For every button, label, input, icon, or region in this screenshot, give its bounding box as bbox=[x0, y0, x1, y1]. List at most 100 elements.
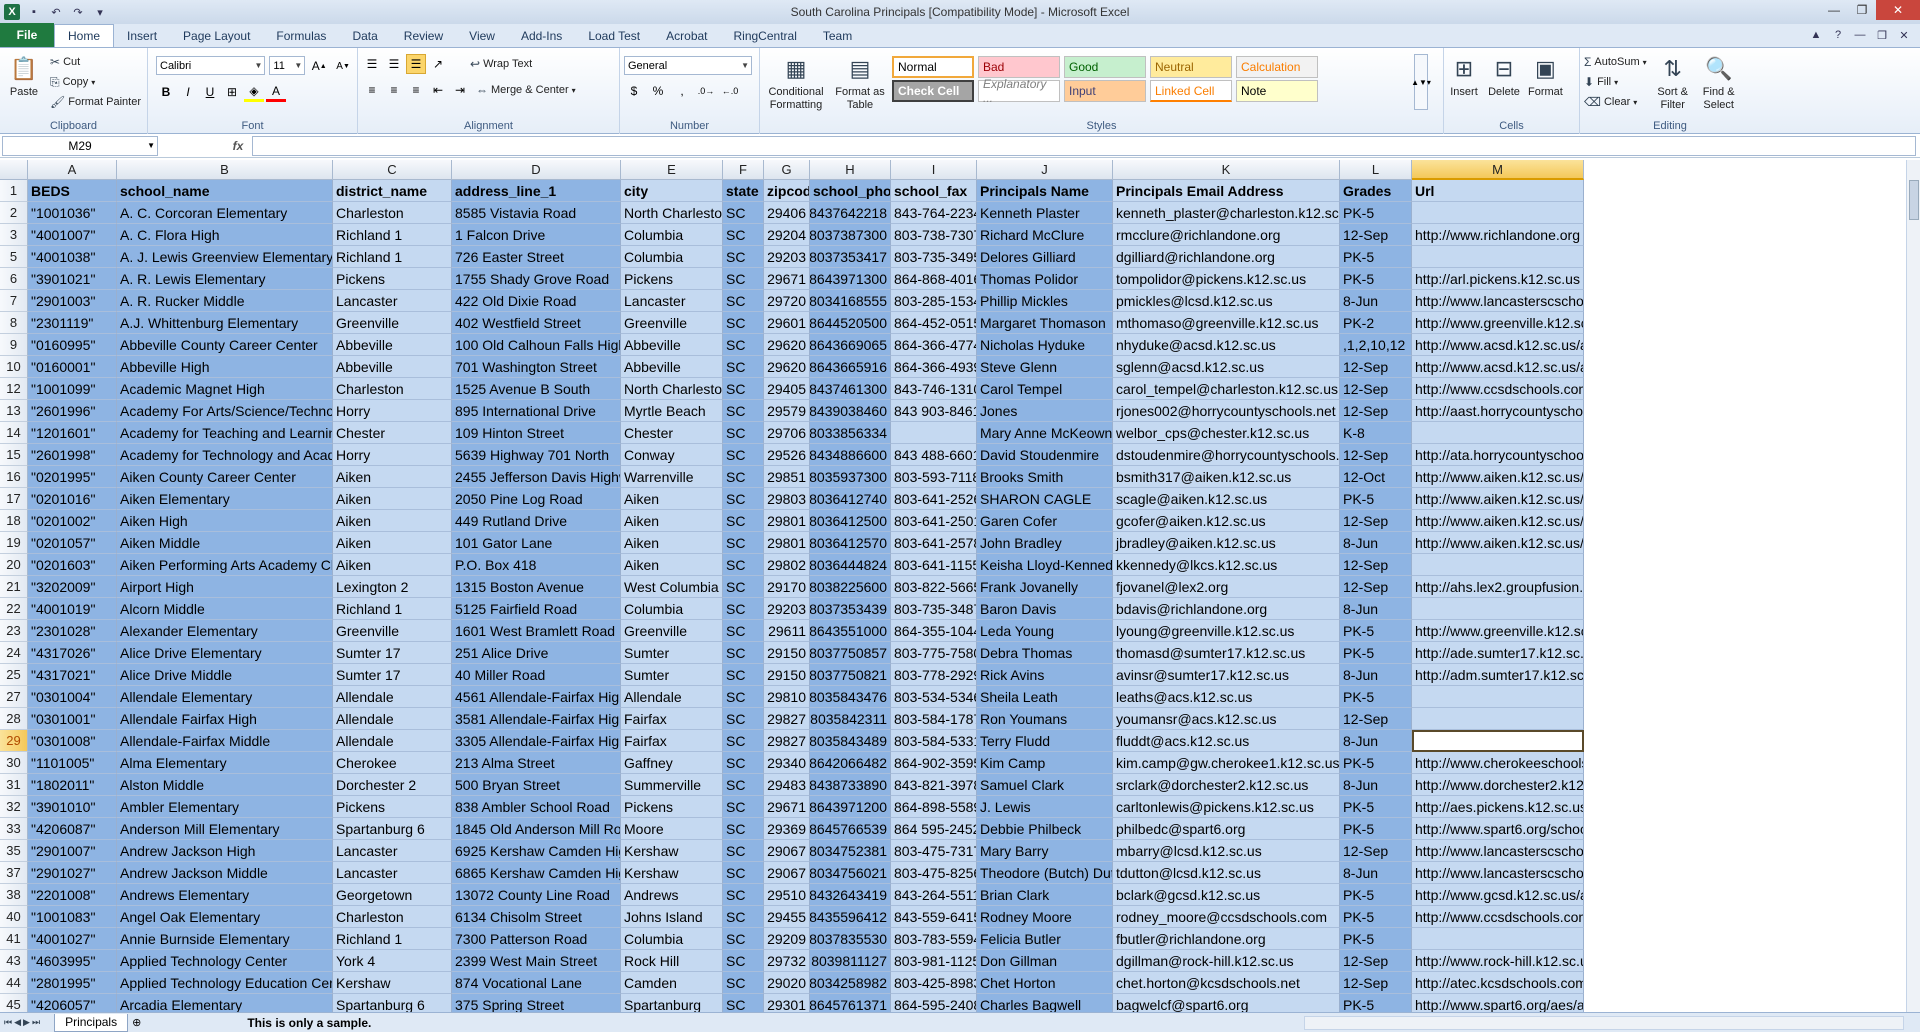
cell[interactable]: Theodore (Butch) Dutton bbox=[977, 862, 1113, 884]
cell[interactable]: Don Gillman bbox=[977, 950, 1113, 972]
column-title[interactable]: school_phone bbox=[810, 180, 891, 202]
cell[interactable]: Aiken bbox=[621, 554, 723, 576]
cell[interactable]: http://aes.pickens.k12.sc.us bbox=[1412, 796, 1584, 818]
cell[interactable]: Sumter 17 bbox=[333, 664, 452, 686]
column-title[interactable]: Url bbox=[1412, 180, 1584, 202]
cell[interactable]: 402 Westfield Street bbox=[452, 312, 621, 334]
row-header[interactable]: 9 bbox=[0, 334, 28, 356]
cell[interactable]: 2399 West Main Street bbox=[452, 950, 621, 972]
cell[interactable]: 29620 bbox=[764, 356, 810, 378]
cell[interactable]: http://www.cherokeeschoolsc bbox=[1412, 752, 1584, 774]
column-header-c[interactable]: C bbox=[333, 160, 452, 180]
cell[interactable]: 8035842311 bbox=[810, 708, 891, 730]
cell[interactable]: SC bbox=[723, 796, 764, 818]
cell[interactable]: Camden bbox=[621, 972, 723, 994]
column-header-h[interactable]: H bbox=[810, 160, 891, 180]
cell[interactable]: 8435596412 bbox=[810, 906, 891, 928]
cell[interactable]: SC bbox=[723, 994, 764, 1012]
cell[interactable]: 8643971200 bbox=[810, 796, 891, 818]
cell[interactable]: 803-641-2501 bbox=[891, 510, 977, 532]
cell[interactable]: 8-Jun bbox=[1340, 290, 1412, 312]
cell[interactable]: 375 Spring Street bbox=[452, 994, 621, 1012]
row-header[interactable]: 23 bbox=[0, 620, 28, 642]
row-header[interactable]: 17 bbox=[0, 488, 28, 510]
cell[interactable]: "2301028" bbox=[28, 620, 117, 642]
cell[interactable]: SC bbox=[723, 378, 764, 400]
cell[interactable]: "2901007" bbox=[28, 840, 117, 862]
column-header-e[interactable]: E bbox=[621, 160, 723, 180]
cell[interactable]: 803-584-1787 bbox=[891, 708, 977, 730]
cell[interactable]: 8033856334 bbox=[810, 422, 891, 444]
style-bad[interactable]: Bad bbox=[978, 56, 1060, 78]
cell[interactable]: "3901021" bbox=[28, 268, 117, 290]
cell[interactable]: mthomaso@greenville.k12.sc.us bbox=[1113, 312, 1340, 334]
cell[interactable]: West Columbia bbox=[621, 576, 723, 598]
cell[interactable]: Academy for Teaching and Learning bbox=[117, 422, 333, 444]
cell[interactable]: Andrews bbox=[621, 884, 723, 906]
align-center-icon[interactable]: ≡ bbox=[384, 80, 404, 100]
cell[interactable]: "2901003" bbox=[28, 290, 117, 312]
cell[interactable]: 251 Alice Drive bbox=[452, 642, 621, 664]
row-header[interactable]: 7 bbox=[0, 290, 28, 312]
cell[interactable]: 29810 bbox=[764, 686, 810, 708]
row-header[interactable]: 12 bbox=[0, 378, 28, 400]
paste-button[interactable]: 📋 Paste bbox=[4, 52, 44, 112]
cell[interactable]: http://www.lancasterscschools bbox=[1412, 290, 1584, 312]
cell[interactable]: Sumter bbox=[621, 642, 723, 664]
cell[interactable]: 8439038460 bbox=[810, 400, 891, 422]
cell[interactable]: SC bbox=[723, 642, 764, 664]
cell[interactable]: Alcorn Middle bbox=[117, 598, 333, 620]
cell[interactable]: 8-Jun bbox=[1340, 862, 1412, 884]
delete-cells-button[interactable]: ⊟ Delete bbox=[1488, 52, 1520, 99]
row-header[interactable]: 41 bbox=[0, 928, 28, 950]
cell[interactable]: Spartanburg 6 bbox=[333, 994, 452, 1012]
cell[interactable]: fluddt@acs.k12.sc.us bbox=[1113, 730, 1340, 752]
tab-add-ins[interactable]: Add-Ins bbox=[508, 25, 575, 47]
cell[interactable]: Allendale bbox=[333, 686, 452, 708]
row-header[interactable]: 43 bbox=[0, 950, 28, 972]
cell[interactable]: SC bbox=[723, 554, 764, 576]
cell[interactable]: 29827 bbox=[764, 708, 810, 730]
name-box[interactable]: M29 ▼ bbox=[2, 135, 158, 156]
tab-formulas[interactable]: Formulas bbox=[263, 25, 339, 47]
cell[interactable]: Lancaster bbox=[333, 862, 452, 884]
row-header[interactable]: 3 bbox=[0, 224, 28, 246]
column-header-g[interactable]: G bbox=[764, 160, 810, 180]
cell[interactable]: PK-2 bbox=[1340, 312, 1412, 334]
cell[interactable]: http://www.richlandone.org bbox=[1412, 224, 1584, 246]
cell[interactable]: 40 Miller Road bbox=[452, 664, 621, 686]
cell[interactable]: 8-Jun bbox=[1340, 774, 1412, 796]
cell[interactable]: "4001007" bbox=[28, 224, 117, 246]
cell[interactable]: 843-559-6415 bbox=[891, 906, 977, 928]
cell[interactable]: SC bbox=[723, 862, 764, 884]
cell[interactable]: 864-366-4774 bbox=[891, 334, 977, 356]
column-header-d[interactable]: D bbox=[452, 160, 621, 180]
cell[interactable]: Kim Camp bbox=[977, 752, 1113, 774]
cell[interactable]: 29732 bbox=[764, 950, 810, 972]
cell[interactable]: 29067 bbox=[764, 862, 810, 884]
cell[interactable]: Pickens bbox=[621, 268, 723, 290]
cell[interactable]: rjones002@horrycountyschools.net bbox=[1113, 400, 1340, 422]
cell[interactable]: 803-981-1125 bbox=[891, 950, 977, 972]
cell[interactable]: 12-Sep bbox=[1340, 224, 1412, 246]
cell[interactable]: Columbia bbox=[621, 224, 723, 246]
cell[interactable]: SC bbox=[723, 400, 764, 422]
cell[interactable]: "4206087" bbox=[28, 818, 117, 840]
cell[interactable]: SC bbox=[723, 620, 764, 642]
customize-toolbar-icon[interactable]: ▾ bbox=[92, 4, 108, 20]
cell[interactable]: 29579 bbox=[764, 400, 810, 422]
prev-sheet-icon[interactable]: ◀ bbox=[14, 1017, 21, 1028]
column-header-m[interactable]: M bbox=[1412, 160, 1584, 180]
column-header-j[interactable]: J bbox=[977, 160, 1113, 180]
cell[interactable]: 803-285-1534 bbox=[891, 290, 977, 312]
row-header[interactable]: 13 bbox=[0, 400, 28, 422]
grow-font-icon[interactable]: A ▲ bbox=[309, 56, 329, 76]
cell[interactable]: 29827 bbox=[764, 730, 810, 752]
cell[interactable]: Jones bbox=[977, 400, 1113, 422]
cell[interactable]: PK-5 bbox=[1340, 686, 1412, 708]
cell[interactable]: SC bbox=[723, 444, 764, 466]
cell[interactable]: 701 Washington Street bbox=[452, 356, 621, 378]
cell[interactable]: Abbeville High bbox=[117, 356, 333, 378]
column-title[interactable]: Principals Name bbox=[977, 180, 1113, 202]
cell[interactable]: Richland 1 bbox=[333, 246, 452, 268]
